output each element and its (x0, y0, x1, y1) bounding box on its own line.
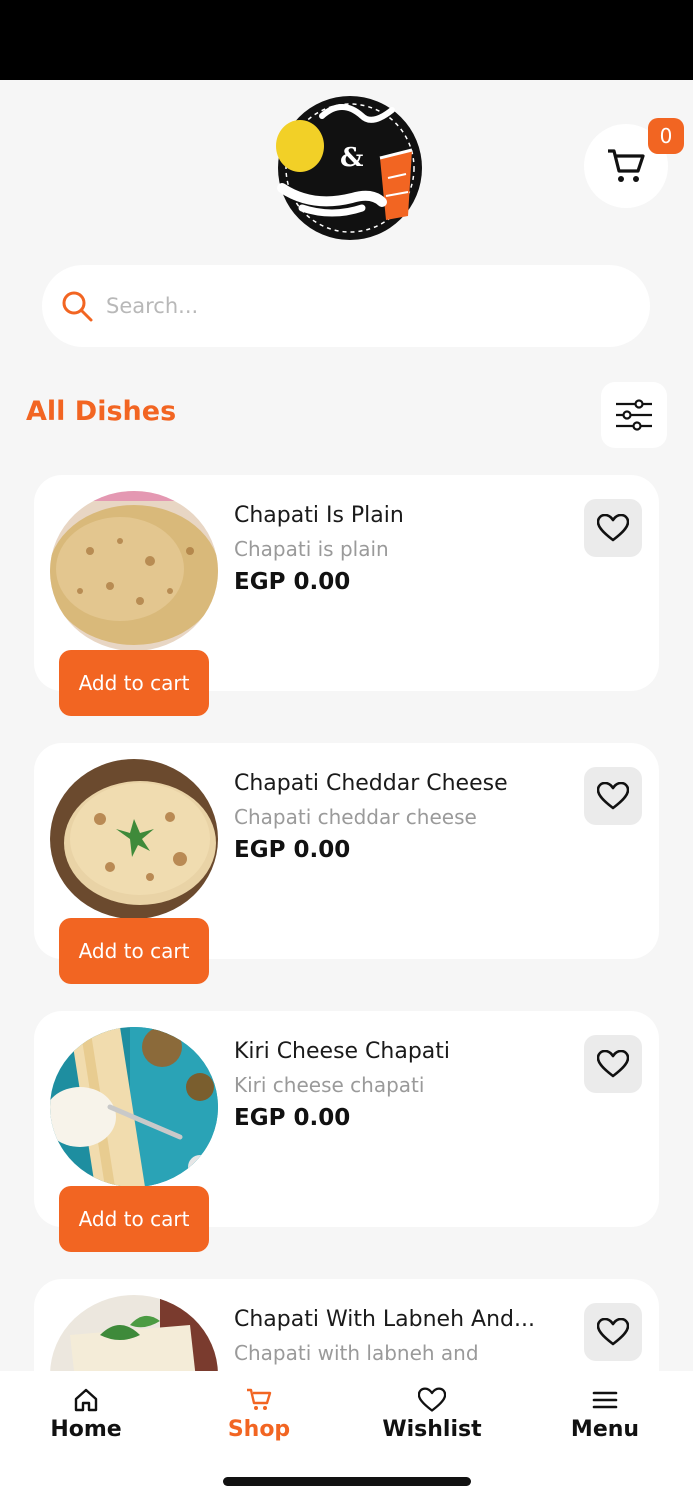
brand-logo: & (262, 88, 432, 248)
nav-label: Wishlist (382, 1417, 482, 1442)
cart-count-badge: 0 (648, 118, 684, 154)
nav-item-home[interactable]: Home (16, 1387, 156, 1442)
section-title: All Dishes (26, 396, 177, 427)
heart-icon (597, 1050, 629, 1078)
nav-label: Shop (227, 1417, 291, 1442)
filter-sliders-icon (616, 399, 652, 431)
add-to-cart-button[interactable]: Add to cart (59, 918, 209, 984)
home-icon (74, 1388, 98, 1412)
dish-card[interactable]: Kiri Cheese Chapati Kiri cheese chapati … (34, 1011, 659, 1252)
home-indicator (223, 1477, 471, 1486)
dish-card[interactable]: Chapati Cheddar Cheese Chapati cheddar c… (34, 743, 659, 984)
dish-price: EGP 0.00 (234, 837, 351, 863)
dish-name: Chapati Is Plain (234, 503, 404, 528)
dish-price: EGP 0.00 (234, 1105, 351, 1131)
dish-description: Chapati with labneh and (234, 1341, 479, 1365)
header: & 0 (0, 80, 693, 260)
dish-image (50, 759, 218, 919)
nav-item-shop[interactable]: Shop (189, 1387, 329, 1442)
heart-icon (597, 514, 629, 542)
dish-image (50, 1027, 218, 1187)
nav-item-wishlist[interactable]: Wishlist (362, 1387, 502, 1442)
status-bar (0, 0, 693, 80)
dish-description: Chapati is plain (234, 537, 389, 561)
dish-description: Chapati cheddar cheese (234, 805, 477, 829)
wishlist-toggle-button[interactable] (584, 767, 642, 825)
wishlist-toggle-button[interactable] (584, 1303, 642, 1361)
svg-text:&: & (340, 143, 363, 173)
heart-icon (597, 782, 629, 810)
menu-icon (592, 1391, 618, 1409)
dish-name: Kiri Cheese Chapati (234, 1039, 451, 1064)
filter-button[interactable] (601, 382, 667, 448)
wishlist-toggle-button[interactable] (584, 1035, 642, 1093)
nav-item-menu[interactable]: Menu (535, 1387, 675, 1442)
add-to-cart-button[interactable]: Add to cart (59, 1186, 209, 1252)
add-to-cart-button[interactable]: Add to cart (59, 650, 209, 716)
heart-icon (418, 1387, 446, 1412)
dish-description: Kiri cheese chapati (234, 1073, 425, 1097)
search-input[interactable] (106, 294, 606, 318)
dish-name: Chapati With Labneh And... (234, 1307, 535, 1332)
wishlist-toggle-button[interactable] (584, 499, 642, 557)
dish-card[interactable]: Chapati Is Plain Chapati is plain EGP 0.… (34, 475, 659, 716)
search-icon (62, 291, 93, 322)
cart-icon (608, 149, 645, 182)
nav-label: Home (50, 1417, 122, 1442)
dish-name: Chapati Cheddar Cheese (234, 771, 508, 796)
search-bar[interactable] (42, 265, 650, 347)
cart-icon (247, 1388, 272, 1410)
heart-icon (597, 1318, 629, 1346)
nav-label: Menu (570, 1417, 640, 1442)
dish-image (50, 491, 218, 651)
dish-price: EGP 0.00 (234, 569, 351, 595)
